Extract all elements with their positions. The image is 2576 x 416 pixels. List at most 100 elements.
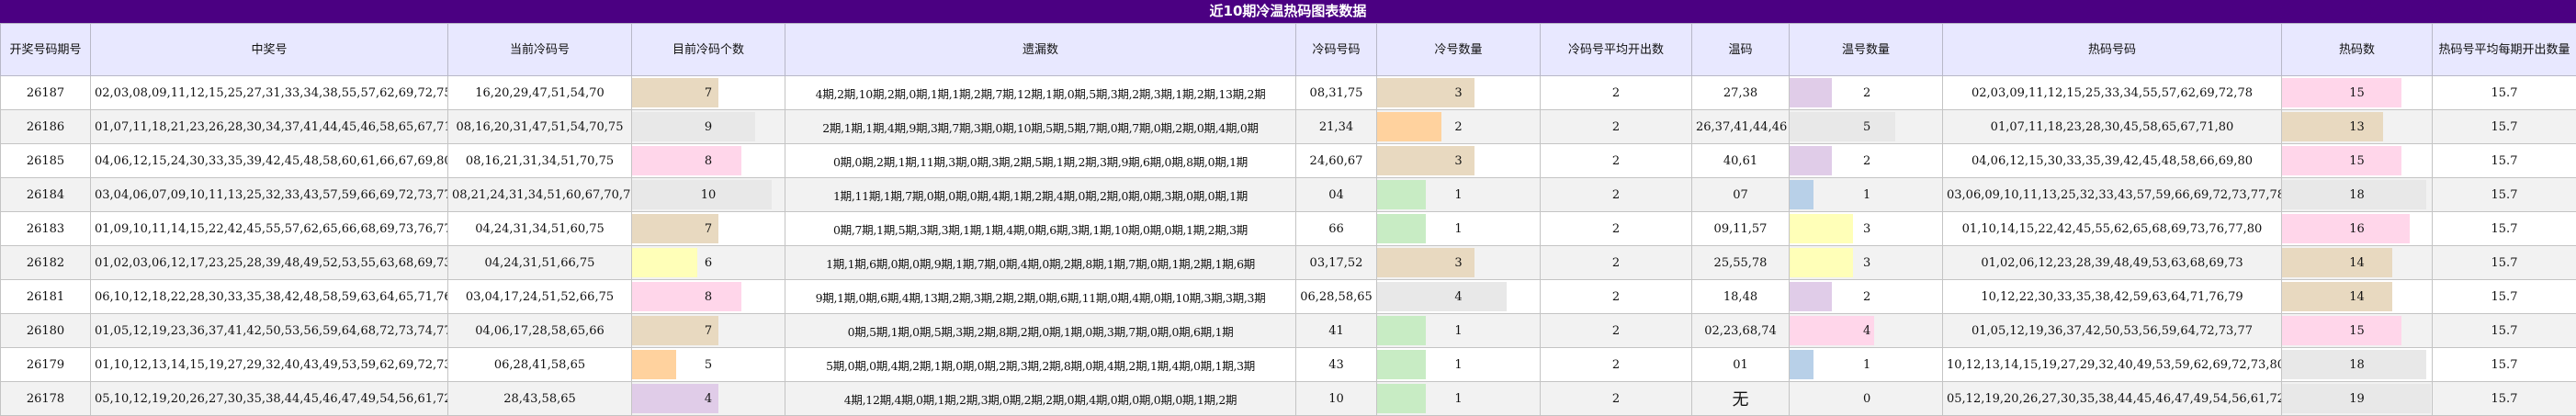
hot-count-cell-value: 14 bbox=[2349, 256, 2365, 270]
warm-numbers-cell: 18,48 bbox=[1692, 280, 1790, 314]
period-cell: 26186 bbox=[1, 110, 91, 144]
cold-qty-cell-value: 1 bbox=[1454, 392, 1462, 406]
table-row: 2617901,10,12,13,14,15,19,27,29,32,40,43… bbox=[1, 348, 2576, 382]
period-cell: 26181 bbox=[1, 280, 91, 314]
cold-qty-cell-bar bbox=[1377, 282, 1507, 311]
hot-numbers-cell: 03,06,09,10,11,13,25,32,33,43,57,59,66,6… bbox=[1943, 178, 2282, 212]
hot-count-cell: 15 bbox=[2282, 144, 2433, 178]
warm-numbers-cell: 01 bbox=[1692, 348, 1790, 382]
cold-current-cell: 08,16,20,31,47,51,54,70,75 bbox=[448, 110, 632, 144]
table-body: 2618702,03,08,09,11,12,15,25,27,31,33,34… bbox=[1, 76, 2576, 416]
warm-qty-cell: 2 bbox=[1790, 144, 1943, 178]
period-cell: 26183 bbox=[1, 212, 91, 246]
cold-current-cell: 06,28,41,58,65 bbox=[448, 348, 632, 382]
col-header-omission: 遗漏数 bbox=[785, 24, 1296, 76]
cold-count-cell-value: 7 bbox=[705, 222, 712, 236]
hot-numbers-cell: 01,07,11,18,23,28,30,45,58,65,67,71,80 bbox=[1943, 110, 2282, 144]
cold-count-cell-bar bbox=[632, 112, 755, 141]
warm-numbers-cell: 40,61 bbox=[1692, 144, 1790, 178]
cold-count-cell-value: 8 bbox=[705, 154, 712, 168]
cold-qty-cell: 4 bbox=[1377, 280, 1541, 314]
warm-qty-cell-value: 0 bbox=[1863, 392, 1870, 406]
omission-cell: 2期,1期,1期,4期,9期,3期,7期,3期,0期,10期,5期,5期,7期,… bbox=[785, 110, 1296, 144]
hot-count-cell: 18 bbox=[2282, 178, 2433, 212]
report-title: 近10期冷温热码图表数据 bbox=[0, 0, 2576, 23]
warm-numbers-cell: 09,11,57 bbox=[1692, 212, 1790, 246]
cold-current-cell: 04,06,17,28,58,65,66 bbox=[448, 314, 632, 348]
hot-count-cell-value: 14 bbox=[2349, 290, 2365, 304]
omission-cell: 9期,1期,0期,6期,4期,13期,2期,3期,2期,2期,0期,6期,11期… bbox=[785, 280, 1296, 314]
hot-avg-cell: 15.7 bbox=[2433, 76, 2576, 110]
cold-qty-cell-bar bbox=[1377, 112, 1441, 141]
col-header-cold-current: 当前冷码号 bbox=[448, 24, 632, 76]
warm-qty-cell: 5 bbox=[1790, 110, 1943, 144]
cold-current-cell: 04,24,31,34,51,60,75 bbox=[448, 212, 632, 246]
cold-qty-cell-value: 1 bbox=[1454, 358, 1462, 372]
warm-qty-cell-bar bbox=[1790, 282, 1832, 311]
period-cell: 26179 bbox=[1, 348, 91, 382]
hot-numbers-cell: 01,05,12,19,36,37,42,50,53,56,59,64,72,7… bbox=[1943, 314, 2282, 348]
winning-numbers-cell: 01,09,10,11,14,15,22,42,45,55,57,62,65,6… bbox=[91, 212, 448, 246]
cold-qty-cell-value: 3 bbox=[1454, 86, 1462, 100]
col-header-winning: 中奖号 bbox=[91, 24, 448, 76]
cold-count-cell: 5 bbox=[632, 348, 785, 382]
warm-qty-cell-bar bbox=[1790, 248, 1853, 277]
cold-qty-cell: 1 bbox=[1377, 212, 1541, 246]
cold-qty-cell: 1 bbox=[1377, 314, 1541, 348]
cold-numbers-cell: 06,28,58,65 bbox=[1296, 280, 1377, 314]
cold-numbers-cell: 43 bbox=[1296, 348, 1377, 382]
warm-qty-cell-value: 2 bbox=[1863, 154, 1870, 168]
cold-qty-cell: 1 bbox=[1377, 178, 1541, 212]
cold-current-cell: 03,04,17,24,51,52,66,75 bbox=[448, 280, 632, 314]
omission-cell: 1期,1期,6期,0期,0期,9期,1期,7期,0期,4期,0期,2期,8期,1… bbox=[785, 246, 1296, 280]
warm-qty-cell: 3 bbox=[1790, 246, 1943, 280]
warm-numbers-cell: 无 bbox=[1692, 382, 1790, 416]
warm-qty-cell-value: 1 bbox=[1863, 358, 1870, 372]
hot-avg-cell: 15.7 bbox=[2433, 382, 2576, 416]
table-row: 2618702,03,08,09,11,12,15,25,27,31,33,34… bbox=[1, 76, 2576, 110]
hot-numbers-cell: 01,02,06,12,23,28,39,48,49,53,63,68,69,7… bbox=[1943, 246, 2282, 280]
period-cell: 26180 bbox=[1, 314, 91, 348]
hot-count-cell-value: 15 bbox=[2349, 154, 2365, 168]
warm-qty-cell-bar bbox=[1790, 78, 1832, 107]
warm-numbers-cell: 26,37,41,44,46 bbox=[1692, 110, 1790, 144]
warm-qty-cell-bar bbox=[1790, 316, 1874, 345]
hot-count-cell: 19 bbox=[2282, 382, 2433, 416]
omission-cell: 0期,7期,1期,5期,3期,3期,1期,1期,4期,0期,6期,3期,1期,1… bbox=[785, 212, 1296, 246]
warm-qty-cell-bar bbox=[1790, 112, 1895, 141]
winning-numbers-cell: 01,05,12,19,23,36,37,41,42,50,53,56,59,6… bbox=[91, 314, 448, 348]
hot-count-cell-value: 16 bbox=[2349, 222, 2365, 236]
cold-warm-hot-table: 开奖号码期号 中奖号 当前冷码号 目前冷码个数 遗漏数 冷码号码 冷号数量 冷码… bbox=[0, 23, 2576, 416]
winning-numbers-cell: 01,07,11,18,21,23,26,28,30,34,37,41,44,4… bbox=[91, 110, 448, 144]
cold-numbers-cell: 41 bbox=[1296, 314, 1377, 348]
hot-count-cell-value: 15 bbox=[2349, 324, 2365, 338]
hot-count-cell-bar bbox=[2282, 112, 2383, 141]
period-cell: 26187 bbox=[1, 76, 91, 110]
cold-count-cell-bar bbox=[632, 350, 676, 379]
omission-cell: 4期,12期,4期,0期,1期,2期,3期,0期,2期,2期,0期,4期,0期,… bbox=[785, 382, 1296, 416]
cold-avg-cell: 2 bbox=[1541, 382, 1692, 416]
warm-qty-cell: 1 bbox=[1790, 178, 1943, 212]
cold-avg-cell: 2 bbox=[1541, 280, 1692, 314]
cold-count-cell-bar bbox=[632, 146, 741, 175]
warm-qty-cell: 1 bbox=[1790, 348, 1943, 382]
hot-avg-cell: 15.7 bbox=[2433, 314, 2576, 348]
cold-count-cell-value: 7 bbox=[705, 324, 712, 338]
hot-count-cell-value: 19 bbox=[2349, 392, 2365, 406]
cold-count-cell: 8 bbox=[632, 144, 785, 178]
cold-avg-cell: 2 bbox=[1541, 348, 1692, 382]
winning-numbers-cell: 06,10,12,18,22,28,30,33,35,38,42,48,58,5… bbox=[91, 280, 448, 314]
warm-qty-cell-value: 5 bbox=[1863, 120, 1870, 134]
cold-count-cell-value: 7 bbox=[705, 86, 712, 100]
cold-current-cell: 28,43,58,65 bbox=[448, 382, 632, 416]
cold-count-cell-value: 5 bbox=[705, 358, 712, 372]
cold-qty-cell-bar bbox=[1377, 214, 1426, 243]
cold-current-cell: 04,24,31,51,66,75 bbox=[448, 246, 632, 280]
warm-numbers-cell: 25,55,78 bbox=[1692, 246, 1790, 280]
cold-qty-cell-bar bbox=[1377, 384, 1426, 413]
cold-avg-cell: 2 bbox=[1541, 314, 1692, 348]
period-cell: 26182 bbox=[1, 246, 91, 280]
warm-qty-cell: 4 bbox=[1790, 314, 1943, 348]
hot-numbers-cell: 01,10,14,15,22,42,45,55,62,65,68,69,73,7… bbox=[1943, 212, 2282, 246]
cold-avg-cell: 2 bbox=[1541, 178, 1692, 212]
